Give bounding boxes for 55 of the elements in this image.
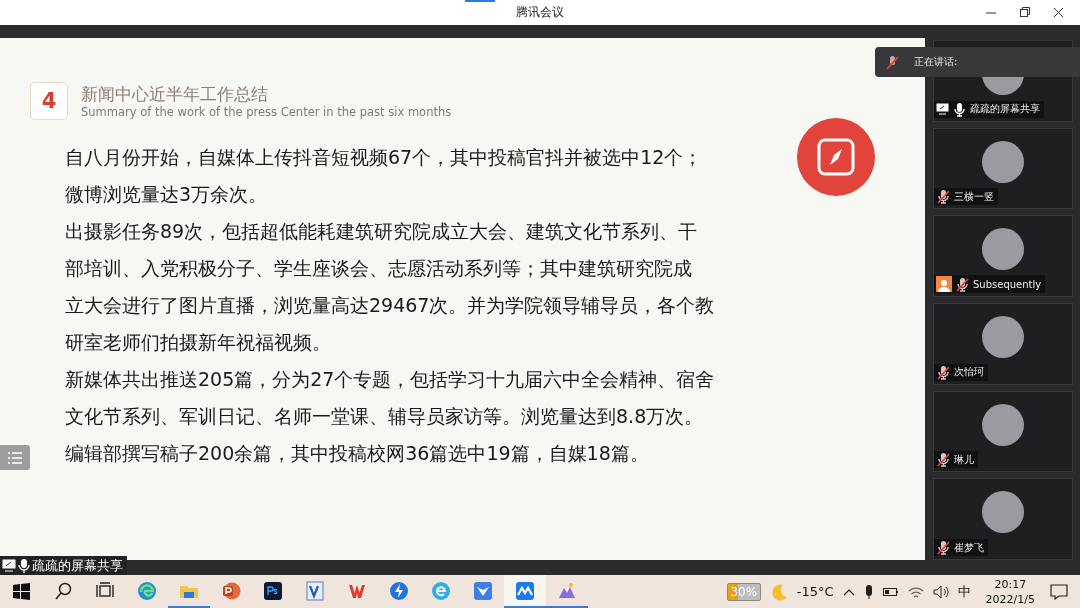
avatar [982,316,1024,358]
clock-date[interactable]: 2022/1/5 [985,591,1035,607]
input-method-indicator[interactable]: 中 [957,582,971,601]
participant-tile[interactable]: 琳儿 [933,390,1073,473]
muted-mic-icon [885,54,900,70]
photo-icon [263,580,283,601]
start-icon [11,580,31,601]
avatar [982,491,1024,534]
list-icon [8,451,22,464]
slide-text-line: 自八月份开始，自媒体上传抖音短视频67个，其中投稿官抖并被选中12个； [65,145,703,170]
compass-icon [816,137,856,177]
battery-icon[interactable] [882,586,899,597]
mic-icon [18,558,30,573]
slide-text-line: 部培训、入党积极分子、学生座谈会、志愿活动系列等；其中建筑研究院成 [65,256,692,281]
participant-tile[interactable]: 崔梦飞 [933,478,1073,561]
slide-text-line: 立大会进行了图片直播，浏览量高达29467次。并为学院领导辅导员，各个教 [65,293,715,318]
avatar [982,140,1024,183]
avatar [982,228,1024,271]
participant-name: Subsequently [973,278,1042,290]
slide-text-line: 文化节系列、军训日记、名师一堂课、辅导员家访等。浏览量达到8.8万次。 [65,404,704,429]
slides-icon [221,580,241,601]
participant-name: 三横一竖 [954,189,994,204]
slide-text-line: 出摄影任务89次，包括超低能耗建筑研究院成立大会、建筑文化节系列、干 [65,219,698,244]
avatar [982,403,1024,446]
slide-subtitle: Summary of the work of the press Center in the past six months [81,104,452,119]
participant-tile[interactable]: 三横一竖 [933,127,1073,210]
mountain-icon [557,580,577,601]
window-title: 腾讯会议 [516,4,564,21]
clock-time[interactable]: 20:17 [994,576,1027,592]
notification-icon[interactable] [1050,583,1068,600]
slide-text-line: 新媒体共出推送205篇，分为27个专题，包括学习十九届六中全会精神、宿舍 [65,367,715,392]
bolt-icon [389,580,409,601]
search-icon [53,580,73,601]
bird-icon [473,580,493,601]
participant-tile[interactable]: 次怡珂 [933,303,1073,385]
globe-icon [431,580,451,601]
browser-icon [137,580,157,601]
participant-name: 次怡珂 [954,365,984,380]
participant-name: 崔梦飞 [954,540,984,555]
meeting-icon [515,580,535,601]
participant-tile[interactable]: Subsequently [933,215,1073,297]
section-number: 4 [30,82,68,120]
slide-text-line: 编辑部撰写稿子200余篇，其中投稿校网36篇选中19篇，自媒18篇。 [65,441,649,466]
slide-text-line: 研室老师们拍摄新年祝福视频。 [65,330,331,355]
slide-text-line: 微博浏览量达3万余次。 [65,182,268,207]
slide-title: 新闻中心近半年工作总结 [81,83,269,104]
temperature[interactable]: -15°C [796,584,834,599]
list-toggle-button[interactable] [0,445,30,470]
moon-icon [769,582,788,601]
participant-name: 琳儿 [954,452,974,467]
speaker-icon[interactable] [932,584,949,599]
participant-name: 疏疏的屏幕共享 [970,102,1040,117]
diagram-icon [305,580,325,601]
mic-icon[interactable] [863,583,874,600]
share-status-text: 疏疏的屏幕共享 [32,556,123,575]
